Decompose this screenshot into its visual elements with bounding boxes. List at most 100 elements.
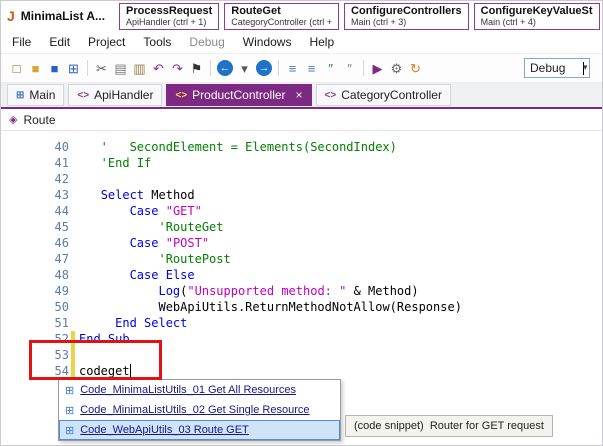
menu-edit[interactable]: Edit xyxy=(40,33,79,51)
autocomplete-item[interactable]: ⊞ Code_MinimaListUtils_01 Get All Resourc… xyxy=(59,380,340,400)
code-text[interactable]: Log("Unsupported method: " & Method) xyxy=(79,283,602,299)
close-tab-icon[interactable]: × xyxy=(296,88,303,102)
navigate-forward-icon[interactable]: → xyxy=(256,60,272,76)
code-text[interactable]: 'RoutePost xyxy=(79,251,602,267)
code-file-icon: <> xyxy=(324,89,337,101)
code-text[interactable]: 'End If xyxy=(79,155,602,171)
autocomplete-item[interactable]: ⊞ Code_MinimaListUtils_02 Get Single Reso… xyxy=(59,400,340,420)
code-segment: 'End If xyxy=(79,156,152,170)
menu-windows[interactable]: Windows xyxy=(234,33,301,51)
code-text[interactable] xyxy=(79,347,602,363)
run-icon[interactable]: ▶ xyxy=(368,59,387,78)
line-number: 41 xyxy=(54,156,69,170)
undo-icon[interactable]: ↶ xyxy=(149,59,168,78)
autocomplete-popup: ⊞ Code_MinimaListUtils_01 Get All Resourc… xyxy=(58,379,341,441)
menu-debug[interactable]: Debug xyxy=(180,33,233,51)
build-mode-label: Debug xyxy=(530,61,566,75)
line-number: 48 xyxy=(54,268,69,282)
code-line: 41 'End If xyxy=(1,155,602,171)
code-line: 47 'RoutePost xyxy=(1,251,602,267)
copy-icon[interactable]: ▤ xyxy=(111,59,130,78)
code-text[interactable]: End Sub xyxy=(79,331,602,347)
clean-project-icon[interactable]: ↻ xyxy=(406,59,425,78)
tab-label: Main xyxy=(29,88,56,102)
tab-categorycontroller[interactable]: <> CategoryController xyxy=(315,84,451,106)
navigate-back-icon[interactable]: ← xyxy=(217,60,233,76)
quick-access-name: ProcessRequest xyxy=(126,4,213,17)
line-number: 52 xyxy=(54,332,69,346)
quick-access-tab[interactable]: ConfigureControllers Main (ctrl + 3) xyxy=(344,2,469,30)
new-file-icon[interactable]: □ xyxy=(7,59,26,78)
toolbar-separator xyxy=(278,60,279,76)
code-line: 53 xyxy=(1,347,602,363)
quick-access-target: ApiHandler (ctrl + 1) xyxy=(126,16,207,27)
code-text[interactable]: Case "POST" xyxy=(79,235,602,251)
code-lines: 40 ' SecondElement = Elements(SecondInde… xyxy=(1,139,602,379)
code-text[interactable]: Case "GET" xyxy=(79,203,602,219)
code-segment: & Method) xyxy=(346,284,419,298)
save-all-icon[interactable]: ⊞ xyxy=(64,59,83,78)
autocomplete-label: Code_MinimaListUtils_02 Get Single Resou… xyxy=(80,404,310,416)
modified-lines-marker xyxy=(71,331,75,379)
code-text[interactable]: End Select xyxy=(79,315,602,331)
code-text[interactable]: codeget xyxy=(79,363,602,379)
line-number: 42 xyxy=(54,172,69,186)
tab-productcontroller[interactable]: <> ProductController × xyxy=(166,84,312,106)
quick-access-name: ConfigureControllers xyxy=(351,4,462,17)
menu-file[interactable]: File xyxy=(3,33,40,51)
app-icon: J xyxy=(7,8,15,24)
code-segment: WebApiUtils.ReturnMethodNotAllow(Respons… xyxy=(158,300,462,314)
code-segment: Select xyxy=(100,188,145,202)
menu-tools[interactable]: Tools xyxy=(134,33,180,51)
tab-strip: ⊞ Main <> ApiHandler <> ProductController × <> C… xyxy=(1,83,602,109)
snippet-tooltip: (code snippet) Router for GET request xyxy=(345,415,553,437)
code-line: 48 Case Else xyxy=(1,267,602,283)
code-segment: 'RouteGet xyxy=(79,220,224,234)
breadcrumb-bar: ◈ Route xyxy=(1,109,602,131)
uncomment-icon[interactable]: ″ xyxy=(340,59,359,78)
line-number: 40 xyxy=(54,140,69,154)
line-number: 53 xyxy=(54,348,69,362)
tab-main[interactable]: ⊞ Main xyxy=(7,84,65,106)
code-text[interactable]: WebApiUtils.ReturnMethodNotAllow(Respons… xyxy=(79,299,602,315)
cut-icon[interactable]: ✂ xyxy=(92,59,111,78)
tab-apihandler[interactable]: <> ApiHandler xyxy=(68,84,163,106)
tab-label: CategoryController xyxy=(341,88,442,102)
back-history-caret-icon[interactable]: ▾ xyxy=(235,59,254,78)
code-line: 42 xyxy=(1,171,602,187)
quick-access-tab[interactable]: RouteGet CategoryController (ctrl + xyxy=(224,2,340,30)
code-text[interactable]: ' SecondElement = Elements(SecondIndex) xyxy=(79,139,602,155)
comment-icon[interactable]: ″ xyxy=(321,59,340,78)
autocomplete-item[interactable]: ⊞ Code_WebApiUtils_03 Route GET xyxy=(59,420,340,440)
code-text[interactable]: Select Method xyxy=(79,187,602,203)
redo-icon[interactable]: ↷ xyxy=(168,59,187,78)
quick-access-tab[interactable]: ConfigureKeyValueSt Main (ctrl + 4) xyxy=(473,2,600,30)
bookmark-icon[interactable]: ⚑ xyxy=(187,59,206,78)
quick-access-tab[interactable]: ProcessRequest ApiHandler (ctrl + 1) xyxy=(119,2,220,30)
outdent-icon[interactable]: ≡ xyxy=(283,59,302,78)
build-mode-select[interactable]: Debug ▾ xyxy=(524,58,590,78)
open-project-icon[interactable]: ■ xyxy=(26,59,45,78)
code-text[interactable]: Case Else xyxy=(79,267,602,283)
code-segment: ' SecondElement = Elements(SecondIndex) xyxy=(79,140,397,154)
code-line: 54 codeget xyxy=(1,363,602,379)
code-editor[interactable]: 40 ' SecondElement = Elements(SecondInde… xyxy=(1,131,602,445)
code-text[interactable] xyxy=(79,171,602,187)
menu-bar: File Edit Project Tools Debug Windows Help xyxy=(1,31,602,53)
code-line: 44 Case "GET" xyxy=(1,203,602,219)
tab-label: ApiHandler xyxy=(94,88,154,102)
code-text[interactable]: 'RouteGet xyxy=(79,219,602,235)
menu-project[interactable]: Project xyxy=(79,33,134,51)
generate-members-icon[interactable]: ⚙ xyxy=(387,59,406,78)
indent-icon[interactable]: ≡ xyxy=(302,59,321,78)
toolbar: □ ■ ■ ⊞ ✂ ▤ ▥ ↶ ↷ ⚑ ← ▾ → ≡ ≡ ″ ″ ▶ ⚙ ↻ Debug ▾ xyxy=(1,53,602,83)
paste-icon[interactable]: ▥ xyxy=(130,59,149,78)
code-segment: Method xyxy=(144,188,195,202)
autocomplete-label: Code_WebApiUtils_03 Route GET xyxy=(80,424,249,436)
save-icon[interactable]: ■ xyxy=(45,59,64,78)
menu-help[interactable]: Help xyxy=(300,33,343,51)
